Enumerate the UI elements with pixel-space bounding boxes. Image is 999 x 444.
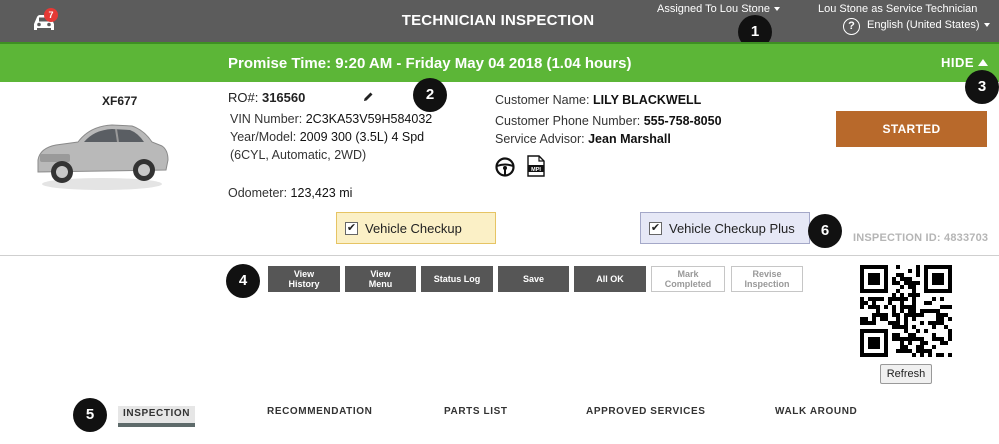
checkbox-checked-icon[interactable]: ✔	[649, 222, 662, 235]
caret-down-icon	[983, 23, 990, 28]
vehicle-checkup-toggle[interactable]: ✔ Vehicle Checkup	[336, 212, 496, 244]
mark-completed-label: Mark Completed	[665, 269, 712, 289]
promise-time-bar: Promise Time: 9:20 AM - Friday May 04 20…	[0, 42, 999, 82]
mark-completed-line-1: Mark	[677, 269, 699, 279]
odometer-value: 123,423 mi	[290, 186, 353, 200]
customer-phone-field: Customer Phone Number: 555-758-8050	[495, 114, 722, 128]
ro-label: RO#:	[228, 90, 259, 105]
tab-parts-list[interactable]: PARTS LIST	[444, 406, 508, 417]
ro-number: RO#: 316560	[228, 90, 305, 105]
customer-name-value: LILY BLACKWELL	[592, 93, 702, 107]
view-menu-button[interactable]: View Menu	[345, 266, 416, 292]
tab-recommendation[interactable]: RECOMMENDATION	[267, 406, 372, 417]
hide-toggle[interactable]: HIDE	[941, 55, 989, 70]
odometer-label: Odometer:	[228, 186, 288, 200]
mark-completed-line-2: Completed	[664, 279, 712, 289]
status-log-button[interactable]: Status Log	[421, 266, 493, 292]
view-menu-line-1: View	[370, 269, 391, 279]
hide-label: HIDE	[941, 55, 975, 70]
revise-inspection-line-1: Revise	[752, 269, 782, 279]
revise-inspection-button[interactable]: Revise Inspection	[731, 266, 803, 292]
user-role-label: Lou Stone as Service Technician	[818, 3, 978, 15]
all-ok-button[interactable]: All OK	[574, 266, 646, 292]
customer-name-field: Customer Name: LILY BLACKWELL	[495, 93, 701, 107]
language-dropdown[interactable]: English (United States)	[867, 19, 990, 31]
year-model-label: Year/Model:	[230, 130, 297, 144]
caret-down-icon	[773, 7, 780, 12]
assigned-to-dropdown[interactable]: Assigned To Lou Stone	[657, 3, 780, 15]
service-advisor-field: Service Advisor: Jean Marshall	[495, 132, 671, 146]
help-icon[interactable]: ?	[843, 18, 860, 35]
mpi-document-icon[interactable]: MPI	[527, 155, 545, 177]
view-history-line-2: History	[288, 279, 320, 289]
tab-inspection[interactable]: INSPECTION	[118, 406, 196, 427]
checkbox-checked-icon[interactable]: ✔	[345, 222, 358, 235]
save-button[interactable]: Save	[498, 266, 569, 292]
notification-count-badge: 7	[44, 8, 58, 22]
callout-5: 5	[73, 398, 107, 432]
mark-completed-button[interactable]: Mark Completed	[651, 266, 725, 292]
steering-wheel-icon[interactable]	[495, 157, 515, 177]
year-model-value: 2009 300 (3.5L) 4 Spd	[299, 130, 425, 144]
assigned-to-label: Assigned To Lou Stone	[657, 3, 770, 15]
page-title: TECHNICIAN INSPECTION	[401, 12, 595, 29]
revise-inspection-line-2: Inspection	[744, 279, 790, 289]
callout-2: 2	[413, 78, 447, 112]
view-history-button[interactable]: View History	[268, 266, 340, 292]
vehicle-checkup-plus-toggle[interactable]: ✔ Vehicle Checkup Plus	[640, 212, 810, 244]
customer-phone-label: Customer Phone Number:	[495, 114, 641, 128]
tab-walk-around[interactable]: WALK AROUND	[775, 406, 857, 417]
section-divider	[0, 255, 999, 256]
view-history-label: View History	[288, 269, 319, 289]
qr-code	[860, 265, 952, 357]
callout-3: 3	[965, 70, 999, 104]
top-bar: 7 TECHNICIAN INSPECTION Assigned To Lou …	[0, 0, 999, 42]
year-model-field: Year/Model: 2009 300 (3.5L) 4 Spd	[230, 130, 424, 144]
vehicle-checkup-plus-label: Vehicle Checkup Plus	[669, 221, 795, 236]
revise-inspection-label: Revise Inspection	[744, 269, 789, 289]
service-advisor-value: Jean Marshall	[588, 132, 671, 146]
year-model-detail: (6CYL, Automatic, 2WD)	[230, 148, 367, 162]
customer-phone-value: 555-758-8050	[643, 114, 722, 128]
caret-up-icon	[978, 59, 989, 66]
pencil-edit-icon[interactable]	[362, 91, 374, 103]
tab-approved-services[interactable]: APPROVED SERVICES	[586, 406, 706, 417]
vehicle-tag: XF677	[102, 94, 138, 108]
callout-4: 4	[226, 264, 260, 298]
mpi-icon-label: MPI	[531, 167, 541, 173]
refresh-qr-button[interactable]: Refresh	[880, 364, 932, 384]
callout-6: 6	[808, 214, 842, 248]
ro-value: 316560	[261, 90, 306, 105]
vin-label: VIN Number:	[230, 112, 303, 126]
promise-time-text: Promise Time: 9:20 AM - Friday May 04 20…	[228, 55, 632, 72]
view-menu-label: View Menu	[369, 269, 393, 289]
odometer-field: Odometer: 123,423 mi	[228, 186, 352, 200]
view-history-line-1: View	[293, 269, 315, 279]
started-status-button[interactable]: STARTED	[836, 111, 987, 147]
vehicle-image	[37, 124, 169, 190]
customer-name-label: Customer Name:	[495, 93, 590, 107]
language-label: English (United States)	[867, 19, 980, 31]
inspection-id: INSPECTION ID: 4833703	[853, 232, 989, 244]
vin-value: 2C3KA53V59H584032	[305, 112, 433, 126]
vehicle-checkup-label: Vehicle Checkup	[365, 221, 462, 236]
view-menu-line-2: Menu	[368, 279, 393, 289]
vin-field: VIN Number: 2C3KA53V59H584032	[230, 112, 432, 126]
service-advisor-label: Service Advisor:	[495, 132, 585, 146]
